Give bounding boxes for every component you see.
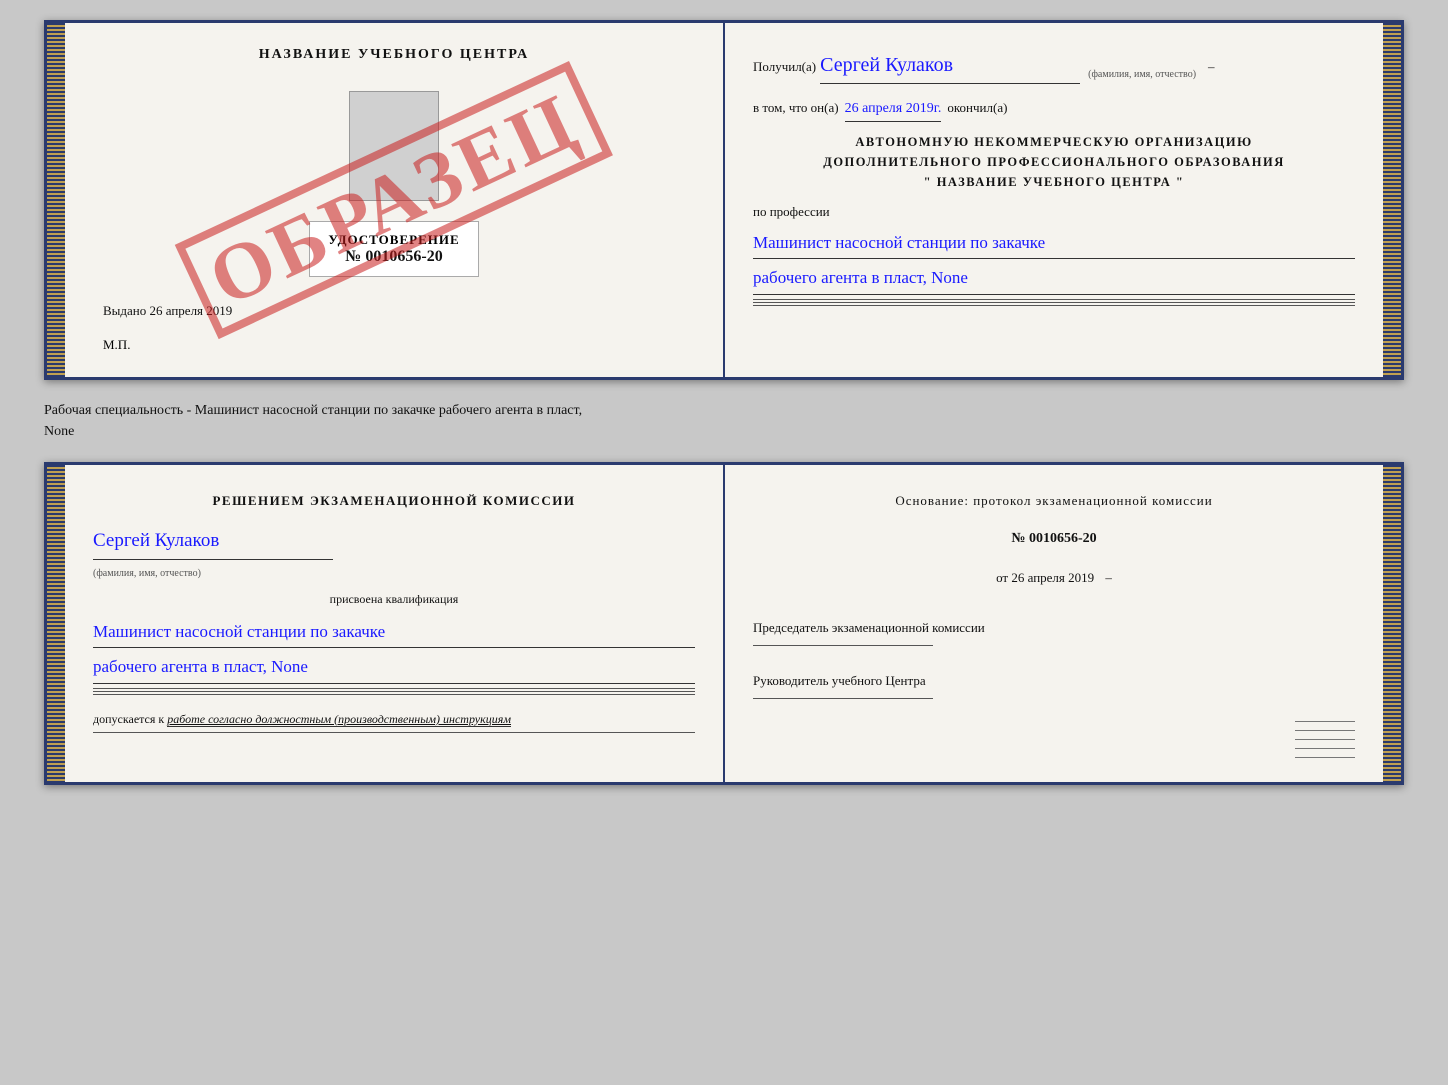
udostoverenie-block: УДОСТОВЕРЕНИЕ № 0010656-20 (309, 221, 478, 277)
bot-fio-hint: (фамилия, имя, отчество) (93, 568, 201, 579)
ot-date-block: от 26 апреля 2019 – (753, 566, 1355, 589)
right-border-decor-bot (1383, 465, 1401, 782)
bot-left-panel: Решением экзаменационной комиссии Сергей… (65, 465, 725, 782)
prof-line1-top: Машинист насосной станции по закачке (753, 228, 1355, 260)
bot-dash-3 (93, 694, 695, 695)
r-dash-2 (1295, 730, 1355, 731)
bot-right-panel: Основание: протокол экзаменационной коми… (725, 465, 1383, 782)
po-professii-label: по профессии (753, 200, 1355, 223)
subtitle-block: Рабочая специальность - Машинист насосно… (44, 396, 1404, 446)
r-dash-4 (1295, 748, 1355, 749)
rukovoditel-line (753, 698, 933, 699)
org-line2: ДОПОЛНИТЕЛЬНОГО ПРОФЕССИОНАЛЬНОГО ОБРАЗО… (753, 152, 1355, 172)
right-dashes (753, 721, 1355, 758)
cert-right-panel: Получил(а) Сергей Кулаков (фамилия, имя,… (725, 23, 1383, 377)
udost-number: № 0010656-20 (328, 248, 459, 266)
fio-hint-top: (фамилия, имя, отчество) (1088, 66, 1196, 84)
prisvoena-label: присвоена квалификация (93, 589, 695, 611)
ot-prefix: от (996, 570, 1008, 585)
bot-prof-line1: Машинист насосной станции по закачке (93, 617, 695, 649)
photo-placeholder (349, 91, 439, 201)
okonchil-label: окончил(а) (947, 96, 1007, 119)
dopusk-text: работе согласно должностным (производств… (167, 712, 511, 727)
dopusk-line: допускается к работе согласно должностны… (93, 709, 695, 731)
predsedatel-line (753, 645, 933, 646)
rukovoditel-label: Руководитель учебного Центра (753, 672, 1355, 690)
top-certificate: НАЗВАНИЕ УЧЕБНОГО ЦЕНТРА ОБРАЗЕЦ УДОСТОВ… (44, 20, 1404, 380)
r-dash-3 (1295, 739, 1355, 740)
bot-name: Сергей Кулаков (93, 524, 333, 559)
prof-line2-top: рабочего агента в пласт, None (753, 263, 1355, 295)
r-dash-5 (1295, 757, 1355, 758)
dash-line-2 (753, 302, 1355, 303)
vtom-line: в том, что он(а) 26 апреля 2019г. окончи… (753, 96, 1355, 122)
udost-label: УДОСТОВЕРЕНИЕ (328, 232, 459, 248)
subtitle-line1: Рабочая специальность - Машинист насосно… (44, 400, 1404, 421)
left-border-decor (47, 23, 65, 377)
right-border-decor-top (1383, 23, 1401, 377)
left-border-decor-bot (47, 465, 65, 782)
bot-prof-line2: рабочего агента в пласт, None (93, 652, 695, 684)
osnovanie-title: Основание: протокол экзаменационной коми… (753, 489, 1355, 512)
bot-dash-2 (93, 691, 695, 692)
bot-dash-4 (93, 732, 695, 733)
r-dash-1 (1295, 721, 1355, 722)
ot-date: 26 апреля 2019 (1011, 570, 1094, 585)
dash-after-name: – (1208, 55, 1215, 78)
cert-left-panel: НАЗВАНИЕ УЧЕБНОГО ЦЕНТРА ОБРАЗЕЦ УДОСТОВ… (65, 23, 725, 377)
bot-dash-1 (93, 688, 695, 689)
vtom-date: 26 апреля 2019г. (845, 96, 942, 122)
cert-left-title: НАЗВАНИЕ УЧЕБНОГО ЦЕНТРА (259, 47, 529, 63)
predsedatel-label: Председатель экзаменационной комиссии (753, 619, 1355, 637)
poluchil-label: Получил(а) (753, 55, 816, 78)
bottom-certificate: Решением экзаменационной комиссии Сергей… (44, 462, 1404, 785)
dash-line-3 (753, 305, 1355, 306)
reshenie-title: Решением экзаменационной комиссии (93, 489, 695, 512)
poluchil-name: Сергей Кулаков (820, 47, 1080, 84)
poluchil-line: Получил(а) Сергей Кулаков (фамилия, имя,… (753, 47, 1355, 84)
org-block: АВТОНОМНУЮ НЕКОММЕРЧЕСКУЮ ОРГАНИЗАЦИЮ ДО… (753, 132, 1355, 192)
vtom-prefix: в том, что он(а) (753, 96, 839, 119)
mp-label: М.П. (103, 337, 130, 353)
protokol-number: № 0010656-20 (753, 526, 1355, 551)
subtitle-line2: None (44, 421, 1404, 442)
dash-line-1 (753, 299, 1355, 300)
org-line1: АВТОНОМНУЮ НЕКОММЕРЧЕСКУЮ ОРГАНИЗАЦИЮ (753, 132, 1355, 152)
rukovoditel-block: Руководитель учебного Центра (753, 672, 1355, 707)
dopusk-prefix: допускается к (93, 712, 164, 726)
org-line3: " НАЗВАНИЕ УЧЕБНОГО ЦЕНТРА " (753, 172, 1355, 192)
bot-name-block: Сергей Кулаков (фамилия, имя, отчество) (93, 524, 695, 583)
predsedatel-block: Председатель экзаменационной комиссии (753, 619, 1355, 654)
vydano-line: Выдано 26 апреля 2019 (103, 303, 232, 319)
